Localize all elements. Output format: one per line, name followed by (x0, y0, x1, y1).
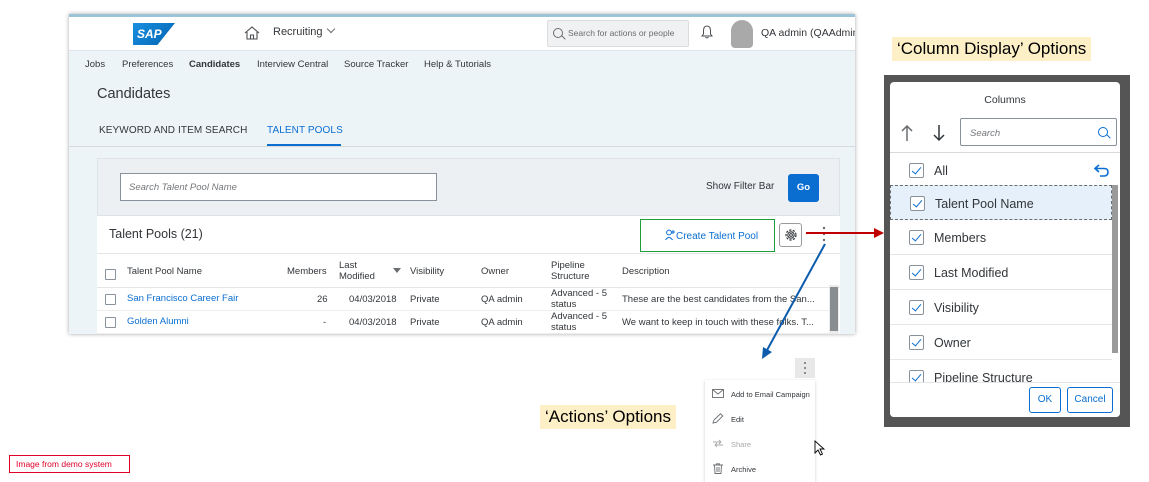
pencil-icon (712, 413, 724, 424)
arrow-down-icon[interactable] (932, 124, 946, 142)
column-option-visibility[interactable]: Visibility (890, 290, 1112, 325)
column-checkbox[interactable] (909, 230, 924, 245)
column-checkbox[interactable] (909, 265, 924, 280)
menu-item-edit[interactable]: Edit (705, 406, 815, 431)
column-option-members[interactable]: Members (890, 220, 1112, 255)
columns-search-input[interactable]: Search (960, 118, 1117, 146)
envelope-icon (712, 389, 724, 398)
search-icon[interactable] (1098, 127, 1108, 137)
menu-item-share[interactable]: Share (705, 431, 815, 456)
more-actions-icon (804, 362, 806, 374)
column-checkbox[interactable] (909, 335, 924, 350)
column-option-talent-pool-name[interactable]: Talent Pool Name (890, 185, 1112, 220)
share-icon (713, 439, 723, 448)
column-option-label: Last Modified (934, 266, 1009, 280)
column-checkbox[interactable] (910, 196, 925, 211)
menu-item-label: Share (731, 440, 752, 449)
column-option-last-modified[interactable]: Last Modified (890, 255, 1112, 290)
column-option-label: All (934, 164, 948, 178)
column-option-label: Members (934, 231, 987, 245)
demo-system-tag: Image from demo system (9, 455, 130, 473)
trash-icon (713, 463, 723, 474)
undo-icon[interactable] (1094, 163, 1110, 177)
columns-search-placeholder: Search (970, 128, 1001, 139)
column-checkbox[interactable] (909, 163, 924, 178)
ok-button[interactable]: OK (1029, 387, 1061, 413)
menu-item-add-to-email-campaign[interactable]: Add to Email Campaign (705, 381, 815, 406)
columns-scrollbar[interactable] (1112, 185, 1118, 353)
actions-callout: ‘Actions’ Options (540, 405, 676, 429)
columns-dialog: Columns Search All Talent Pool Name Memb… (890, 82, 1120, 417)
menu-item-archive[interactable]: Archive (705, 456, 815, 481)
blue-arrow-line (765, 243, 826, 353)
cancel-button[interactable]: Cancel (1067, 387, 1113, 413)
column-option-owner[interactable]: Owner (890, 325, 1112, 360)
menu-item-label: Archive (731, 465, 757, 474)
red-arrowhead (874, 228, 884, 238)
column-display-callout: ‘Column Display’ Options (892, 37, 1092, 61)
columns-dialog-title: Columns (984, 94, 1026, 106)
mouse-cursor-icon (814, 440, 826, 456)
column-option-all[interactable]: All (890, 153, 1112, 188)
column-option-label: Visibility (934, 301, 979, 315)
menu-item-label: Edit (731, 415, 744, 424)
column-option-label: Owner (934, 336, 971, 350)
menu-item-label: Add to Email Campaign (731, 390, 810, 399)
column-option-label: Talent Pool Name (935, 197, 1034, 211)
column-checkbox[interactable] (909, 300, 924, 315)
arrow-up-icon[interactable] (900, 124, 914, 142)
actions-menu: Add to Email Campaign Edit Share Archive (705, 380, 815, 482)
actions-menu-trigger[interactable] (795, 358, 815, 378)
